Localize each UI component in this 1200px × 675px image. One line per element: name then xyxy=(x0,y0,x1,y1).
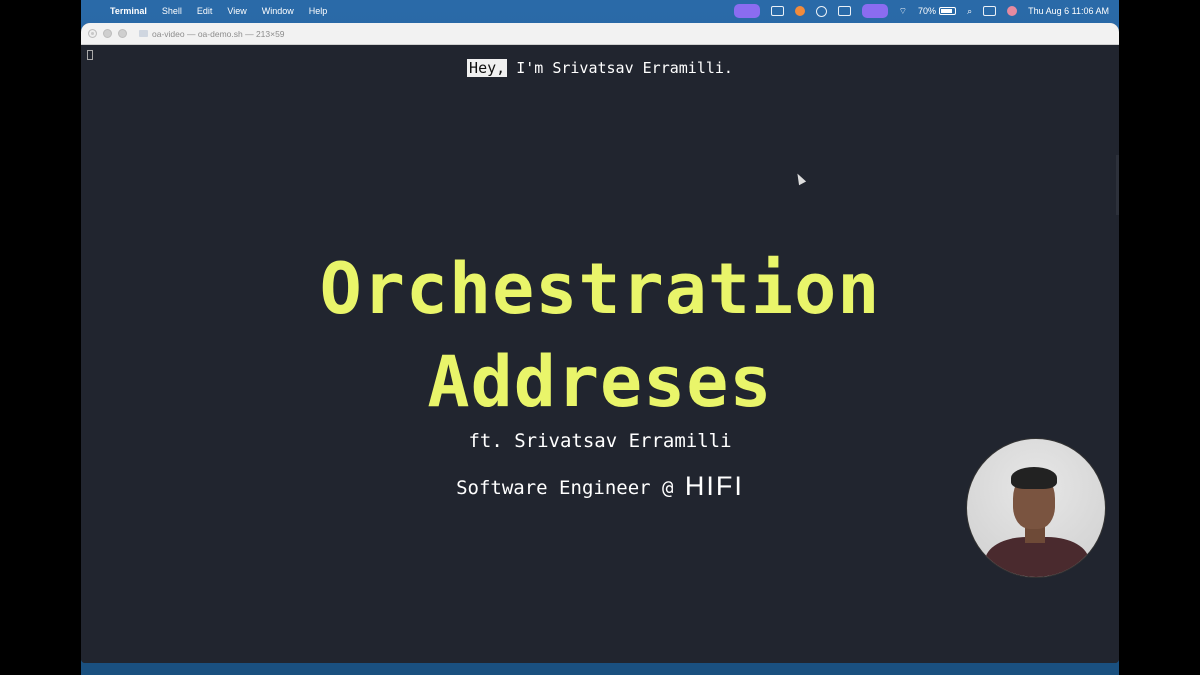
window-title-text: oa-video — oa-demo.sh — 213×59 xyxy=(152,28,285,39)
hifi-logo: HIFI xyxy=(684,471,744,501)
close-button[interactable] xyxy=(88,29,97,38)
intro-text: I'm Srivatsav Erramilli. xyxy=(507,59,733,77)
battery-icon xyxy=(939,7,957,15)
menu-bar: Terminal Shell Edit View Window Help ⌔ 7… xyxy=(81,0,1119,22)
terminal-window: oa-video — oa-demo.sh — 213×59 Hey, I'm … xyxy=(81,23,1119,663)
screen-record-icon[interactable] xyxy=(733,4,760,18)
menu-app-name[interactable]: Terminal xyxy=(110,6,147,16)
desktop: Terminal Shell Edit View Window Help ⌔ 7… xyxy=(81,0,1119,675)
sync-icon[interactable] xyxy=(815,5,827,17)
terminal-content[interactable]: Hey, I'm Srivatsav Erramilli. Orchestrat… xyxy=(81,45,1119,663)
control-center-icon[interactable] xyxy=(983,6,997,16)
menu-view[interactable]: View xyxy=(227,6,246,16)
battery-percent: 70% xyxy=(918,6,937,16)
siri-icon[interactable] xyxy=(1007,6,1018,16)
intro-highlight: Hey, xyxy=(467,59,508,77)
headline: Orchestration Addreses xyxy=(81,243,1119,429)
intro-line: Hey, I'm Srivatsav Erramilli. xyxy=(81,59,1119,77)
presenter-hair xyxy=(1011,467,1057,489)
orange-status-icon[interactable] xyxy=(794,6,805,16)
subtitle-role-text: Software Engineer @ xyxy=(456,477,685,499)
folder-icon xyxy=(139,30,148,37)
subtitle-role: Software Engineer @ HIFI xyxy=(81,471,1119,502)
presenter-body xyxy=(985,537,1089,577)
webcam-overlay xyxy=(966,438,1106,578)
clipboard-icon[interactable] xyxy=(837,6,851,16)
menu-shell[interactable]: Shell xyxy=(162,6,182,16)
headline-line-1: Orchestration xyxy=(319,248,881,330)
zoom-button[interactable] xyxy=(118,29,127,38)
menu-edit[interactable]: Edit xyxy=(197,6,213,16)
menu-help[interactable]: Help xyxy=(309,6,328,16)
status-app-icon[interactable] xyxy=(770,6,784,16)
menu-clock[interactable]: Thu Aug 6 11:06 AM xyxy=(1028,6,1109,16)
screen-mirror-icon[interactable] xyxy=(861,4,888,18)
subtitle-presenter: ft. Srivatsav Erramilli xyxy=(468,430,732,452)
headline-line-2: Addreses xyxy=(427,341,773,423)
mouse-pointer-icon xyxy=(793,171,807,186)
menu-window[interactable]: Window xyxy=(262,6,294,16)
minimize-button[interactable] xyxy=(103,29,112,38)
wifi-icon[interactable]: ⌔ xyxy=(899,6,907,17)
spotlight-search-icon[interactable]: ⌕ xyxy=(967,6,972,17)
scrollbar[interactable] xyxy=(1116,155,1119,215)
window-titlebar[interactable]: oa-video — oa-demo.sh — 213×59 xyxy=(81,23,1119,45)
battery-indicator[interactable]: 70% xyxy=(918,6,957,16)
window-title: oa-video — oa-demo.sh — 213×59 xyxy=(139,29,285,39)
